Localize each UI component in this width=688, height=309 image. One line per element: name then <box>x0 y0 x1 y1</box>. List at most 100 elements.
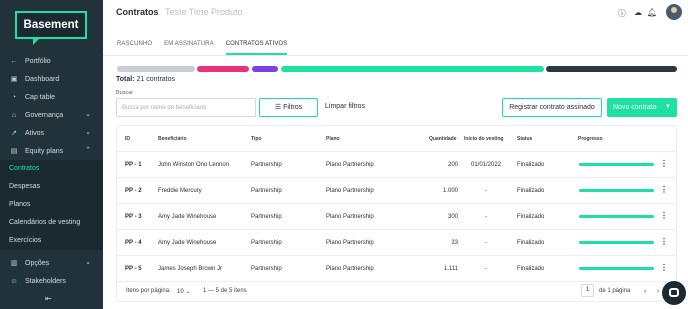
col-inicio-vesting[interactable]: Início do vesting <box>464 136 503 142</box>
basement-logo[interactable]: Basement <box>15 11 87 45</box>
page-title: Contratos <box>116 7 159 17</box>
info-icon[interactable]: ⓘ <box>618 8 626 19</box>
status-cell: Finalizado <box>517 266 545 272</box>
table-row[interactable]: PP - 1 John Winston Ono Lennon Partnership… <box>117 152 676 178</box>
sidebar-item-ativos[interactable]: ↗ Ativos ⌄ <box>0 124 103 142</box>
register-contract-button[interactable]: Registrar contrato assinado <box>502 98 602 117</box>
top-bar: Contratos Teste Time Produto ⓘ ☁ 🔔︎ <box>103 0 688 27</box>
status-bar-segment[interactable] <box>281 66 544 72</box>
total-label: Total: <box>116 76 135 83</box>
per-page-value: 10 <box>177 289 184 295</box>
tab-contratos-ativos[interactable]: CONTRATOS ATIVOS <box>225 41 288 55</box>
table-row[interactable]: PP - 3 Amy Jade Winehouse Partnership Plano… <box>117 204 676 230</box>
sidebar-item-portfolio[interactable]: ← Portfólio <box>0 52 103 70</box>
row-menu-icon[interactable]: ⋮ <box>660 185 668 194</box>
sidebar-item-label: Governança <box>25 111 64 119</box>
bank-icon: ⌂ <box>11 111 17 119</box>
progress-bar <box>579 163 654 166</box>
arrow-left-icon: ← <box>10 57 18 65</box>
status-bar-segment[interactable] <box>117 66 195 72</box>
sidebar-subitem-calendarios[interactable]: Calendários de vesting <box>0 214 103 232</box>
sidebar-subitem-contratos[interactable]: Contratos <box>0 160 103 178</box>
sidebar-item-label: Opções <box>25 259 50 267</box>
page-input[interactable]: 1 <box>581 284 594 297</box>
total-count: Total: 21 contratos <box>116 76 175 83</box>
vesting-start-cell: - <box>485 240 487 246</box>
per-page-select[interactable]: 10 ⌄ <box>177 288 190 295</box>
col-status[interactable]: Status <box>517 136 532 142</box>
chat-icon[interactable] <box>662 281 686 305</box>
progress-bar <box>579 215 654 218</box>
equity-plans-subnav: Contratos Despesas Planos Calendários de… <box>0 160 103 250</box>
page-count: de 1 página <box>599 288 631 294</box>
sidebar-item-governanca[interactable]: ⌂ Governança ⌄ <box>0 106 103 124</box>
bell-icon[interactable]: 🔔︎ <box>647 8 657 17</box>
status-bar-segment[interactable] <box>197 66 249 72</box>
col-quantidade[interactable]: Quantidade <box>429 136 457 142</box>
clear-filters-button[interactable]: Limpar filtros <box>325 103 365 110</box>
sidebar-subitem-exercicios[interactable]: Exercícios <box>0 232 103 250</box>
row-menu-icon[interactable]: ⋮ <box>660 263 668 272</box>
quantity-cell: 1.000 <box>442 188 458 194</box>
document-icon: ▤ <box>10 148 18 155</box>
col-tipo[interactable]: Tipo <box>251 136 261 142</box>
col-beneficiario[interactable]: Beneficiário <box>158 136 187 142</box>
sidebar-item-opcoes[interactable]: ▥ Opções ⌄ <box>0 254 103 272</box>
sidebar-subitem-planos[interactable]: Planos <box>0 196 103 214</box>
sidebar-item-stakeholders[interactable]: ☺ Stakeholders <box>0 272 103 290</box>
per-page-label: Itens por página: <box>126 288 171 294</box>
col-progresso[interactable]: Progresso <box>578 136 603 142</box>
prev-page-icon[interactable]: ‹ <box>644 288 646 295</box>
sidebar-item-label: Dashboard <box>25 75 60 83</box>
type-cell: Partnership <box>251 214 282 220</box>
status-bar-segment[interactable] <box>252 66 278 72</box>
cloud-download-icon[interactable]: ☁ <box>634 8 642 17</box>
next-page-icon[interactable]: › <box>657 288 659 295</box>
tab-em-assinatura[interactable]: EM ASSINATURA <box>164 41 214 55</box>
vesting-start-cell: - <box>485 188 487 194</box>
id-cell: PP - 1 <box>125 162 142 168</box>
status-cell: Finalizado <box>517 162 545 168</box>
bar-chart-icon: ▥ <box>10 260 18 267</box>
collapse-sidebar-icon[interactable]: ⇤ <box>45 294 52 303</box>
tab-rascunho[interactable]: RASCUNHO <box>117 41 152 55</box>
sidebar-item-cap-table[interactable]: ◔ Cap table <box>0 88 103 106</box>
quantity-cell: 300 <box>447 214 458 220</box>
sidebar-item-label: Equity plans <box>25 147 64 155</box>
row-menu-icon[interactable]: ⋮ <box>660 159 668 168</box>
progress-bar <box>579 189 654 192</box>
sidebar-subitem-despesas[interactable]: Despesas <box>0 178 103 196</box>
plan-cell: Plano Partnership <box>326 214 374 220</box>
id-cell: PP - 4 <box>125 240 142 246</box>
table-row[interactable]: PP - 5 James Joseph Brown Jr Partnership Pl… <box>117 256 676 282</box>
new-contract-button[interactable]: Novo contrato ▼ <box>607 98 677 117</box>
status-bars <box>117 66 677 72</box>
status-bar-segment[interactable] <box>546 66 677 72</box>
avatar-face <box>671 7 677 13</box>
sliders-icon: ☰ <box>274 104 282 111</box>
col-plano[interactable]: Plano <box>326 136 340 142</box>
table-row[interactable]: PP - 4 Amy Jade Winehouse Partnership Plano… <box>117 230 676 256</box>
beneficiary-cell: Freddie Mercury <box>158 188 202 194</box>
sidebar-item-label: Cap table <box>25 93 55 101</box>
avatar[interactable] <box>666 4 682 20</box>
quantity-cell: 1.111 <box>443 266 458 272</box>
pagination: Itens por página: 10 ⌄ 1 — 5 de 5 itens … <box>117 282 676 302</box>
range-label: 1 — 5 de 5 itens <box>203 288 247 294</box>
status-cell: Finalizado <box>517 188 545 194</box>
sidebar: Basement ← Portfólio ▣ Dashboard ◔ Cap t… <box>0 0 103 309</box>
row-menu-icon[interactable]: ⋮ <box>660 237 668 246</box>
table-row[interactable]: PP - 2 Freddie Mercury Partnership Plano Pa… <box>117 178 676 204</box>
filters-button[interactable]: ☰ Filtros <box>259 98 318 117</box>
pie-chart-icon: ◔ <box>11 93 17 101</box>
progress-bar <box>579 267 654 270</box>
company-name[interactable]: Teste Time Produto <box>165 7 243 17</box>
search-input[interactable]: Busca por nome de beneficiário <box>116 98 256 117</box>
sidebar-item-equity-plans[interactable]: ▤ Equity plans ⌃ <box>0 142 103 160</box>
id-cell: PP - 2 <box>125 188 142 194</box>
sidebar-item-dashboard[interactable]: ▣ Dashboard <box>0 70 103 88</box>
progress-bar <box>579 241 654 244</box>
col-id[interactable]: ID <box>125 136 130 142</box>
row-menu-icon[interactable]: ⋮ <box>660 211 668 220</box>
progress-fill <box>579 189 654 192</box>
